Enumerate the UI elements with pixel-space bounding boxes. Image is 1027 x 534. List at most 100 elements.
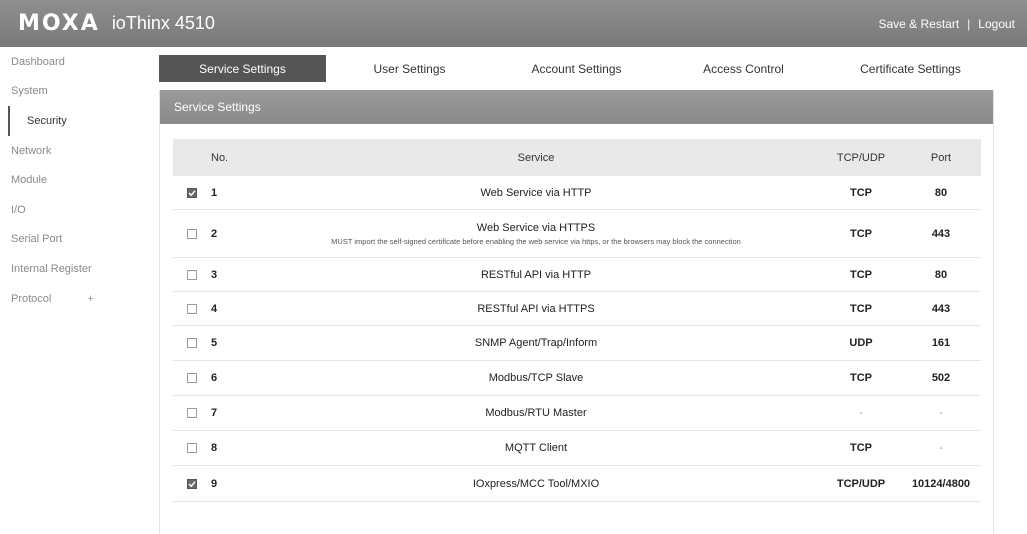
row-number: 7 (211, 407, 218, 419)
row-port: 502 (931, 372, 951, 384)
sidebar-item-label: Protocol (11, 292, 52, 305)
expand-plus-icon[interactable]: + (87, 293, 93, 305)
header-port: Port (930, 151, 952, 164)
enable-checkbox[interactable] (187, 443, 197, 453)
service-name: RESTful API via HTTPS (477, 302, 595, 315)
row-checkbox-cell (173, 478, 211, 489)
service-name: SNMP Agent/Trap/Inform (474, 337, 598, 349)
moxa-logo: MOXA (18, 11, 100, 36)
row-port: 443 (931, 227, 951, 240)
service-name: Modbus/RTU Master (485, 407, 587, 419)
row-number: 9 (211, 477, 218, 490)
sidebar-item-label: I/O (11, 203, 26, 216)
row-checkbox-cell (173, 303, 211, 314)
sidebar-item-internal-register[interactable]: Internal Register (0, 254, 140, 284)
row-service-cell: IOxpress/MCC Tool/MXIO (251, 478, 821, 490)
save-restart-link[interactable]: Save & Restart (878, 17, 959, 31)
row-number: 2 (211, 227, 218, 240)
table-row: 6 Modbus/TCP Slave TCP 502 (173, 361, 981, 396)
sidebar-item-label: Module (11, 174, 48, 187)
sidebar-item-security[interactable]: Security (8, 106, 140, 136)
tab-account-settings[interactable]: Account Settings (493, 55, 660, 82)
service-table: No. Service TCP/UDP Port 1 Web Service vi… (173, 139, 981, 502)
enable-checkbox[interactable] (187, 338, 197, 348)
tab-service-settings[interactable]: Service Settings (159, 55, 326, 82)
table-row: 7 Modbus/RTU Master - - (173, 396, 981, 431)
service-name: Web Service via HTTP (480, 186, 592, 199)
logout-link[interactable]: Logout (978, 17, 1015, 31)
enable-checkbox[interactable] (187, 478, 197, 489)
sidebar-item-label: System (11, 85, 48, 98)
service-name: Web Service via HTTPS (476, 221, 596, 234)
row-port: 161 (931, 337, 951, 349)
sidebar-item-serial-port[interactable]: Serial Port (0, 225, 140, 255)
row-port: 10124/4800 (911, 477, 971, 490)
sidebar: Dashboard System Security Network Module… (0, 47, 140, 313)
row-number: 8 (211, 442, 218, 454)
sidebar-item-system[interactable]: System (0, 77, 140, 107)
enable-checkbox[interactable] (187, 269, 197, 280)
header-separator: | (967, 16, 971, 31)
row-number: 3 (211, 268, 218, 281)
header-protocol: TCP/UDP (836, 151, 886, 164)
panel-title: Service Settings (160, 90, 993, 124)
sidebar-item-label: Network (11, 144, 52, 157)
row-service-cell: MQTT Client (251, 442, 821, 454)
sidebar-item-dashboard[interactable]: Dashboard (0, 47, 140, 77)
enable-checkbox[interactable] (187, 303, 197, 314)
row-port: - (939, 442, 943, 454)
table-row: 2 Web Service via HTTPS MUST import the se… (173, 210, 981, 258)
header-actions: Save & Restart | Logout (878, 17, 1015, 31)
tab-user-settings[interactable]: User Settings (326, 55, 493, 82)
enable-checkbox[interactable] (187, 373, 197, 383)
row-port: 80 (934, 268, 948, 281)
tab-certificate-settings[interactable]: Certificate Settings (827, 55, 994, 82)
enable-checkbox[interactable] (187, 408, 197, 418)
row-service-cell: Modbus/RTU Master (251, 407, 821, 419)
row-protocol: TCP (850, 227, 872, 240)
table-row: 5 SNMP Agent/Trap/Inform UDP 161 (173, 326, 981, 361)
row-protocol: TCP (850, 442, 872, 454)
sidebar-item-label: Internal Register (11, 262, 92, 275)
row-number: 6 (211, 372, 218, 384)
table-row: 8 MQTT Client TCP - (173, 431, 981, 466)
sidebar-item-protocol[interactable]: Protocol + (0, 284, 140, 314)
row-service-cell: Web Service via HTTP (251, 187, 821, 199)
security-tabs: Service Settings User Settings Account S… (159, 55, 994, 82)
enable-checkbox[interactable] (187, 228, 197, 239)
table-row: 4 RESTful API via HTTPS TCP 443 (173, 292, 981, 326)
row-service-cell: RESTful API via HTTPS (251, 303, 821, 315)
product-title: ioThinx 4510 (111, 13, 215, 33)
service-name: IOxpress/MCC Tool/MXIO (472, 477, 600, 490)
sidebar-item-label: Dashboard (11, 55, 65, 68)
row-number: 4 (211, 302, 218, 315)
row-checkbox-cell (173, 443, 211, 453)
sidebar-item-label: Serial Port (11, 233, 63, 246)
row-protocol: TCP (850, 372, 872, 384)
row-protocol: TCP (850, 302, 872, 315)
row-service-cell: SNMP Agent/Trap/Inform (251, 337, 821, 349)
table-body: 1 Web Service via HTTP TCP 80 2 Web Service v… (173, 176, 981, 502)
check-icon (188, 189, 196, 196)
row-protocol: TCP (850, 186, 872, 199)
row-protocol: TCP/UDP (836, 477, 886, 490)
service-name: Modbus/TCP Slave (488, 372, 584, 384)
row-port: 80 (934, 186, 948, 199)
sidebar-item-module[interactable]: Module (0, 165, 140, 195)
table-row: 1 Web Service via HTTP TCP 80 (173, 176, 981, 210)
enable-checkbox[interactable] (187, 187, 197, 198)
sidebar-item-network[interactable]: Network (0, 136, 140, 166)
tab-access-control[interactable]: Access Control (660, 55, 827, 82)
service-note: MUST import the self-signed certificate … (331, 236, 741, 246)
header-no: No. (211, 151, 229, 164)
row-service-cell: RESTful API via HTTP (251, 269, 821, 281)
row-service-cell: Web Service via HTTPS MUST import the sel… (251, 222, 821, 246)
row-checkbox-cell (173, 338, 211, 348)
row-port: 443 (931, 302, 951, 315)
row-checkbox-cell (173, 373, 211, 383)
row-protocol: TCP (850, 268, 872, 281)
sidebar-item-io[interactable]: I/O (0, 195, 140, 225)
table-row: 9 IOxpress/MCC Tool/MXIO TCP/UDP 10124/4800 (173, 466, 981, 502)
check-icon (188, 480, 196, 487)
sidebar-item-label: Security (27, 114, 67, 127)
